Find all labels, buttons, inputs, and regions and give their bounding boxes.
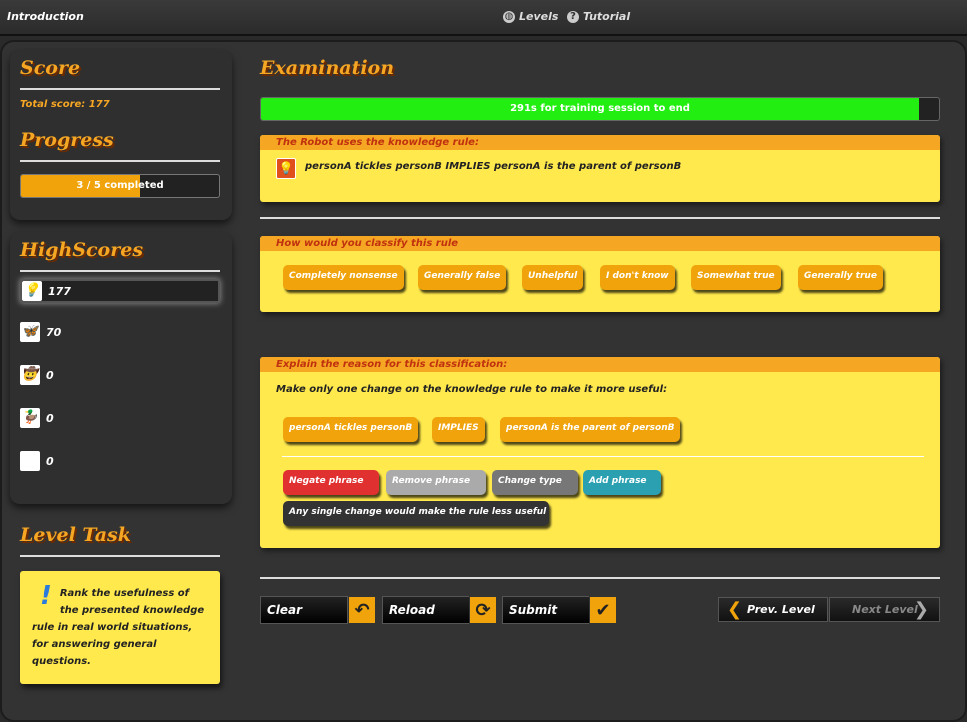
- reload-icon[interactable]: ⟳: [469, 596, 497, 624]
- negate-phrase-button[interactable]: Negate phrase: [283, 470, 379, 495]
- option-dont-know[interactable]: I don't know: [600, 265, 675, 290]
- prev-level-label: Prev. Level: [747, 603, 815, 616]
- exclamation-icon: !: [40, 581, 52, 611]
- highscore-value: 0: [46, 368, 54, 382]
- highscore-row: 🦋 70: [20, 320, 220, 344]
- level-task-text: Rank the usefulness of the presented kno…: [32, 588, 205, 667]
- progress-heading: Progress: [20, 129, 114, 151]
- tutorial-link[interactable]: ? Tutorial: [567, 10, 630, 23]
- duck-icon: 🦆: [20, 408, 40, 428]
- divider: [260, 577, 940, 579]
- checkmark-icon[interactable]: ✔: [589, 596, 617, 624]
- explain-box-header: Explain the reason for this classificati…: [260, 357, 940, 372]
- highscore-value: 0: [46, 454, 54, 468]
- option-generally-true[interactable]: Generally true: [798, 265, 883, 290]
- question-icon: ?: [567, 10, 579, 23]
- divider: [282, 456, 924, 457]
- lightbulb-icon: 💡: [22, 281, 42, 301]
- option-generally-false[interactable]: Generally false: [418, 265, 507, 290]
- reload-button[interactable]: Reload: [382, 596, 470, 624]
- option-completely-nonsense[interactable]: Completely nonsense: [283, 265, 404, 290]
- highscore-row: 🐵 0: [20, 449, 220, 473]
- highscore-value: 177: [48, 284, 71, 298]
- phrase-consequent[interactable]: personA is the parent of personB: [500, 417, 681, 442]
- total-score: Total score: 177: [20, 99, 110, 110]
- level-task-heading: Level Task: [20, 524, 131, 546]
- no-change-button[interactable]: Any single change would make the rule le…: [283, 501, 549, 526]
- phrase-antecedent[interactable]: personA tickles personB: [283, 417, 419, 442]
- top-bar: Introduction ◍ Levels ? Tutorial: [0, 0, 967, 36]
- clear-button[interactable]: Clear: [260, 596, 348, 624]
- score-heading: Score: [20, 57, 81, 79]
- progress-bar: 3 / 5 completed: [20, 174, 220, 198]
- timer-bar: 291s for training session to end: [260, 97, 940, 121]
- submit-button[interactable]: Submit: [502, 596, 590, 624]
- rule-box-header: The Robot uses the knowledge rule:: [260, 135, 940, 150]
- divider: [20, 160, 220, 162]
- rule-box: The Robot uses the knowledge rule: 💡 per…: [260, 135, 940, 202]
- monkey-icon: 🐵: [20, 451, 40, 471]
- add-phrase-button[interactable]: Add phrase: [583, 470, 661, 495]
- prev-level-button[interactable]: ❮ Prev. Level: [718, 597, 828, 622]
- chevron-left-icon: ❮: [727, 599, 743, 620]
- levels-label: Levels: [519, 10, 559, 23]
- timer-text: 291s for training session to end: [510, 103, 690, 114]
- instruction-text: Make only one change on the knowledge ru…: [276, 384, 668, 395]
- chevron-right-icon: ❯: [913, 599, 929, 620]
- lightbulb-icon: 💡: [276, 158, 296, 179]
- level-task-box: ! Rank the usefulness of the presented k…: [20, 571, 220, 684]
- next-level-label: Next Level: [852, 603, 918, 616]
- tutorial-label: Tutorial: [583, 10, 631, 23]
- option-somewhat-true[interactable]: Somewhat true: [691, 265, 781, 290]
- page-title: Introduction: [7, 10, 84, 23]
- highscore-value: 70: [46, 325, 62, 339]
- highscore-value: 0: [46, 411, 54, 425]
- levels-link[interactable]: ◍ Levels: [503, 10, 558, 23]
- highscores-heading: HighScores: [20, 239, 144, 261]
- undo-icon[interactable]: ↶: [348, 596, 376, 624]
- highscore-row: 🦆 0: [20, 406, 220, 430]
- remove-phrase-button[interactable]: Remove phrase: [386, 470, 486, 495]
- progress-text: 3 / 5 completed: [76, 180, 164, 191]
- phrase-implies[interactable]: IMPLIES: [432, 417, 485, 442]
- globe-icon: ◍: [503, 10, 515, 23]
- divider: [20, 270, 220, 272]
- classify-box-header: How would you classify this rule: [260, 236, 940, 251]
- highscore-row: 🤠 0: [20, 363, 220, 387]
- divider: [20, 88, 220, 90]
- next-level-button[interactable]: Next Level ❯: [829, 597, 940, 622]
- change-type-button[interactable]: Change type: [492, 470, 578, 495]
- butterfly-icon: 🦋: [20, 322, 40, 342]
- highscore-row: 💡 177: [20, 279, 220, 303]
- examination-heading: Examination: [260, 57, 395, 79]
- rule-text: personA tickles personB IMPLIES personA …: [305, 161, 682, 172]
- divider: [260, 217, 940, 219]
- divider: [20, 555, 220, 557]
- cowboy-icon: 🤠: [20, 365, 40, 385]
- option-unhelpful[interactable]: Unhelpful: [522, 265, 584, 290]
